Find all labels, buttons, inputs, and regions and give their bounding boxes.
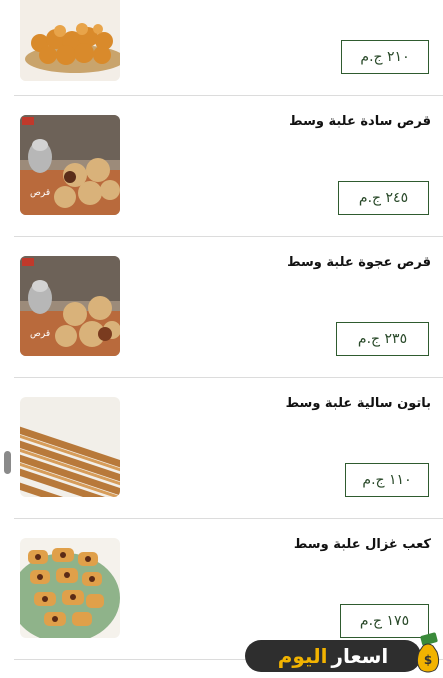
menu-item[interactable]: ٢١٠ ج.م bbox=[14, 0, 443, 96]
item-name: باتون سالية علبة وسط bbox=[285, 396, 431, 411]
money-bag-icon: $ bbox=[416, 632, 440, 673]
item-name: قرص عجوة علبة وسط bbox=[287, 255, 431, 270]
kaab-ghazal-image bbox=[20, 538, 120, 638]
logo-word-2: اليوم bbox=[277, 644, 328, 668]
price-box: ٢٣٥ ج.م bbox=[336, 322, 429, 356]
svg-text:قرص: قرص bbox=[30, 188, 50, 198]
menu-item[interactable]: قرص قرص عجوة علبة وسط ٢٣٥ ج.م bbox=[14, 236, 443, 378]
logo-pill: اسعار اليوم bbox=[245, 640, 421, 672]
price-label: ٢٤٥ ج.م bbox=[358, 190, 409, 206]
baton-sale-image bbox=[20, 397, 120, 497]
price-label: ١١٠ ج.م bbox=[362, 472, 412, 488]
svg-text:$: $ bbox=[424, 653, 432, 667]
price-label: ٢٣٥ ج.م bbox=[357, 331, 408, 347]
price-label: ٢١٠ ج.م bbox=[360, 49, 410, 65]
svg-text:قرص: قرص bbox=[30, 329, 50, 339]
item-name: قرص سادة علبة وسط bbox=[289, 114, 431, 129]
menu-item[interactable]: باتون سالية علبة وسط ١١٠ ج.م bbox=[14, 377, 443, 519]
cookies-tray-image bbox=[20, 0, 120, 81]
aswar-alyoum-logo: اسعار اليوم $ bbox=[243, 626, 443, 678]
price-box: ١١٠ ج.م bbox=[345, 463, 429, 497]
item-name: كعب غزال علبة وسط bbox=[293, 537, 431, 552]
menu-item[interactable]: قرص قرص سادة علبة وسط ٢٤٥ ج.م bbox=[14, 95, 443, 237]
scrollbar-handle[interactable] bbox=[4, 451, 11, 474]
logo-word-1: اسعار bbox=[331, 644, 389, 668]
price-box: ٢١٠ ج.م bbox=[341, 40, 429, 74]
plain-qurs-image: قرص bbox=[20, 115, 120, 215]
price-box: ٢٤٥ ج.م bbox=[338, 181, 429, 215]
date-qurs-image: قرص bbox=[20, 256, 120, 356]
